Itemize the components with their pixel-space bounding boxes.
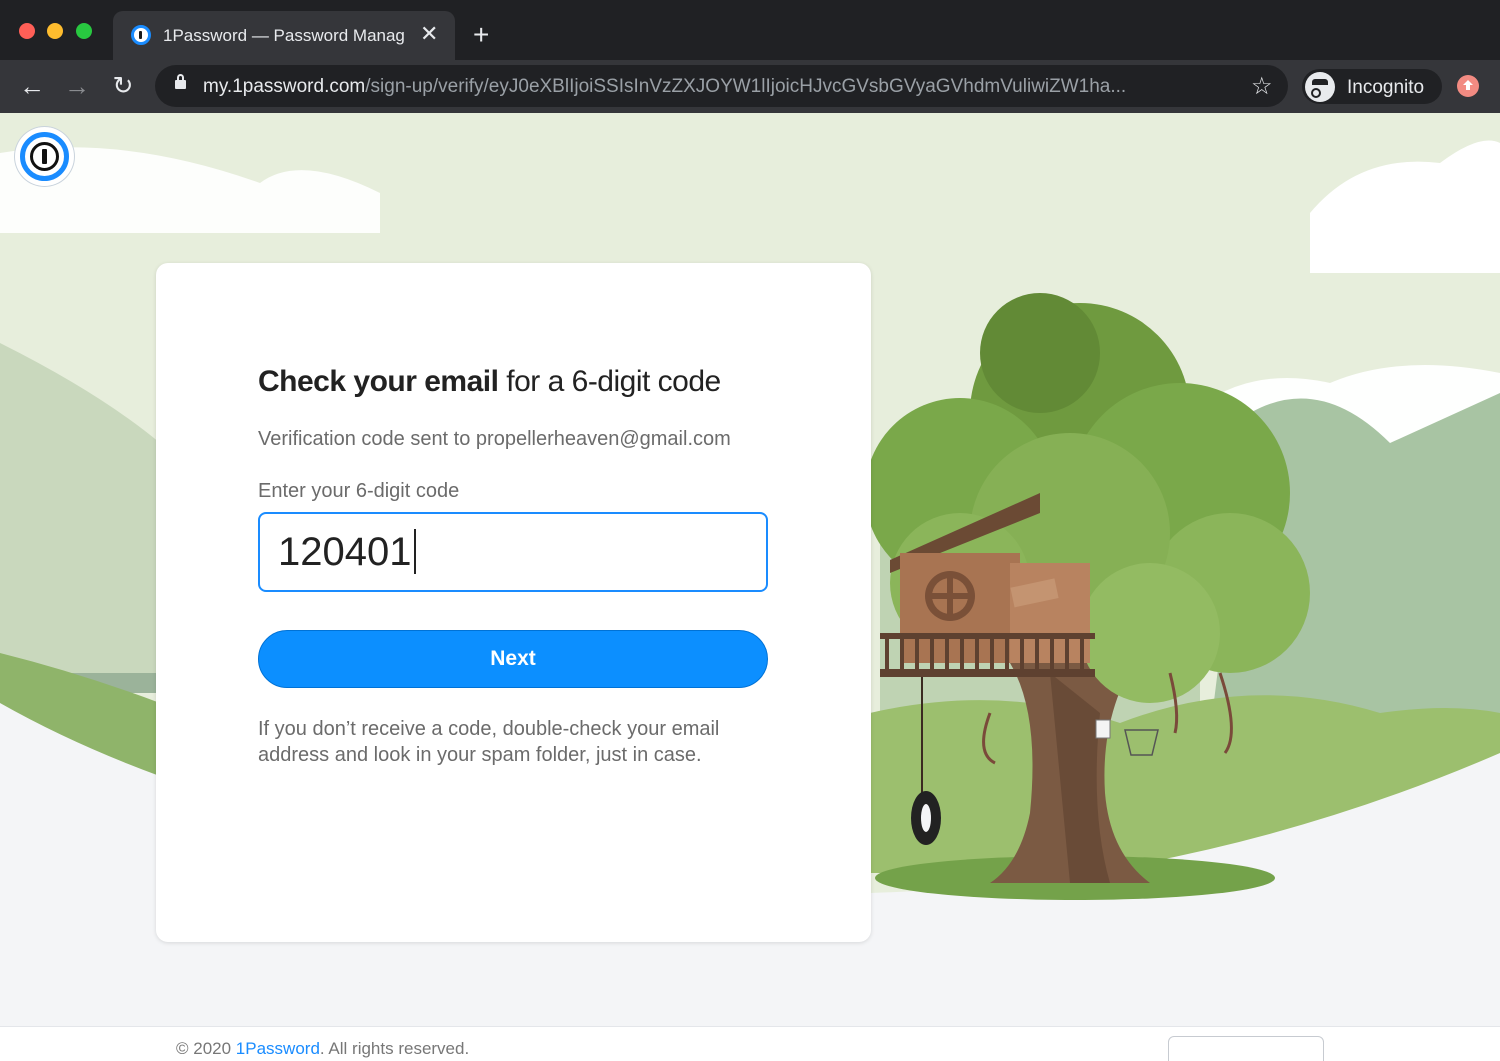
tab-close-icon[interactable]: ✕ [420, 22, 438, 46]
browser-titlebar: 1Password — Password Manag ✕ + [0, 0, 1500, 60]
logo-keyhole [30, 142, 59, 171]
bookmark-star-icon[interactable]: ☆ [1251, 72, 1273, 101]
browser-tab[interactable]: 1Password — Password Manag ✕ [113, 11, 455, 60]
page-title-rest: for a 6-digit code [498, 365, 721, 398]
address-bar[interactable]: my.1password.com/sign-up/verify/eyJ0eXBl… [155, 65, 1288, 107]
back-arrow-icon[interactable]: ← [17, 72, 47, 102]
browser-toolbar: ← → ↻ my.1password.com/sign-up/verify/ey… [0, 60, 1500, 113]
rights-text: . All rights reserved. [319, 1039, 470, 1058]
close-window-button[interactable] [19, 23, 35, 39]
help-text: If you don’t receive a code, double-chec… [258, 718, 720, 766]
url-path: /sign-up/verify/eyJ0eXBlIjoiSSIsInVzZXJO… [365, 76, 1127, 97]
incognito-label: Incognito [1347, 77, 1425, 98]
new-tab-button[interactable]: + [473, 20, 489, 50]
verification-code-input[interactable] [258, 512, 768, 592]
tab-title: 1Password — Password Manag [163, 26, 405, 45]
next-button[interactable]: Next [258, 630, 768, 688]
1password-favicon-icon [131, 25, 151, 45]
text-caret [414, 529, 416, 574]
incognito-icon [1305, 72, 1335, 102]
incognito-profile-button[interactable]: Incognito [1302, 69, 1442, 104]
logo-ring [20, 132, 69, 181]
lock-icon[interactable] [175, 74, 186, 89]
url-text[interactable]: my.1password.com/sign-up/verify/eyJ0eXBl… [203, 76, 1223, 98]
extension-update-icon[interactable] [1457, 75, 1479, 97]
minimize-window-button[interactable] [47, 23, 63, 39]
url-host: my.1password.com [203, 76, 366, 97]
footer-1password-link[interactable]: 1Password [236, 1039, 320, 1058]
footer-copyright: © 2020 1Password. All rights reserved. [176, 1039, 469, 1059]
verification-sent-text: Verification code sent to propellerheave… [258, 428, 731, 450]
code-field-label: Enter your 6-digit code [258, 480, 460, 502]
1password-logo[interactable] [15, 127, 74, 186]
verification-card: Check your email for a 6-digit code Veri… [156, 263, 871, 942]
forward-arrow-icon[interactable]: → [62, 72, 92, 102]
copyright-text: © 2020 [176, 1039, 236, 1058]
logo-bar [42, 149, 47, 164]
page-title-bold: Check your email [258, 365, 499, 398]
page-footer: © 2020 1Password. All rights reserved. [0, 1026, 1500, 1061]
page-viewport: Check your email for a 6-digit code Veri… [0, 113, 1500, 1061]
page-title: Check your email for a 6-digit code [258, 365, 721, 399]
maximize-window-button[interactable] [76, 23, 92, 39]
reload-icon[interactable]: ↻ [108, 72, 138, 102]
footer-button[interactable] [1168, 1036, 1324, 1061]
